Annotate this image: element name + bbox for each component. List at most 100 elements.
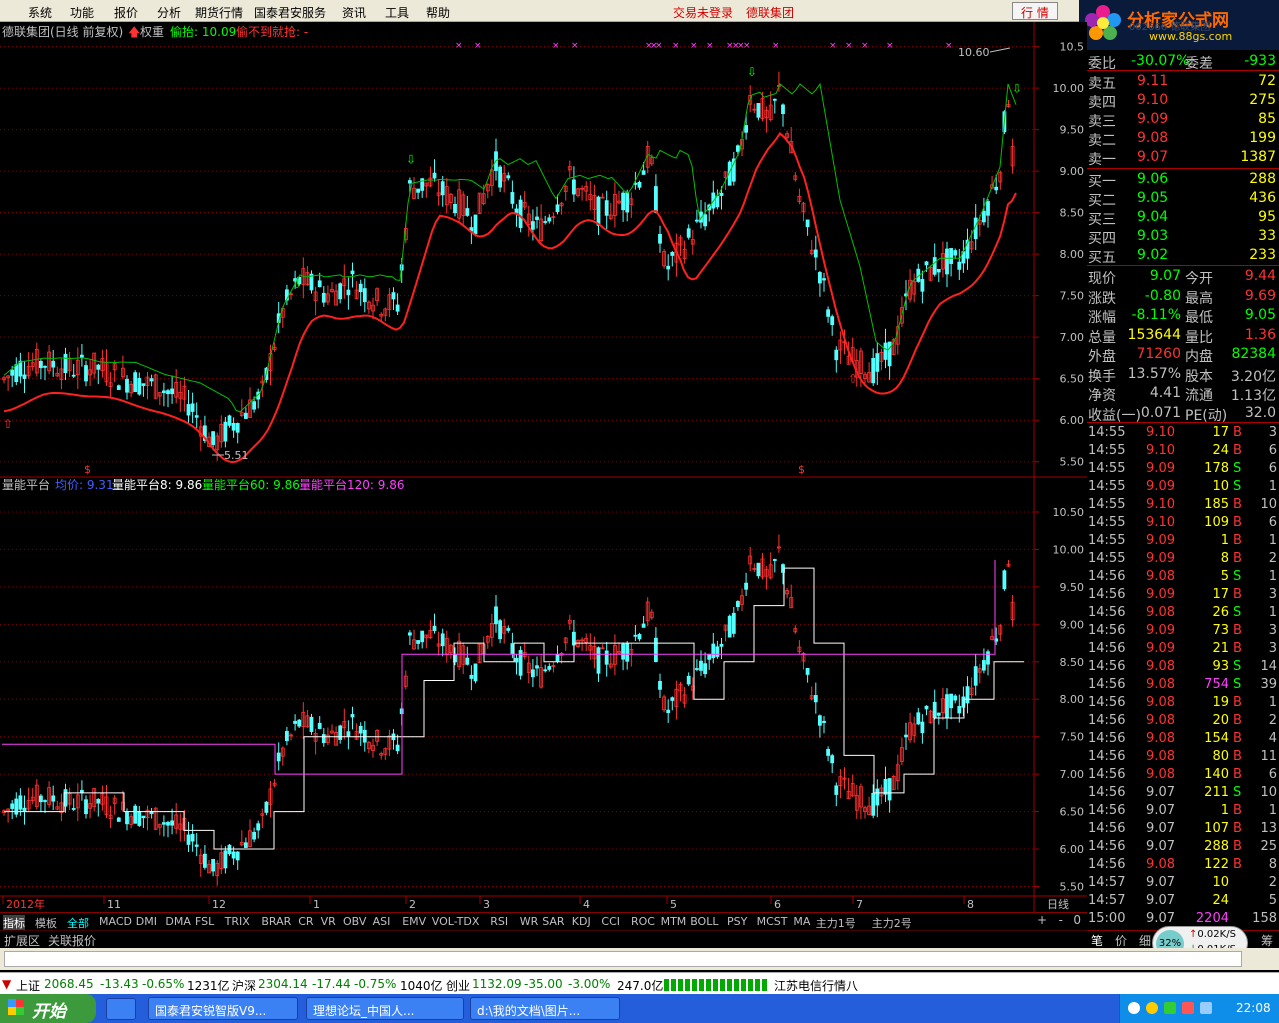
sub-y-tick: 7.00 (1060, 768, 1085, 781)
ask-row[interactable]: 卖一 9.07 1387 (1087, 148, 1279, 168)
indicator-tab[interactable]: ASI (373, 915, 391, 928)
stat-label-2: 量比 (1185, 329, 1213, 346)
sh-label[interactable]: 上证 (16, 977, 40, 994)
tick-time: 14:55 (1088, 425, 1126, 440)
status-input[interactable] (4, 951, 1242, 967)
indicator-tab[interactable]: VR (321, 915, 336, 928)
tick-row: 14:56 9.07 1 B 1 (1087, 802, 1279, 820)
indicator-tab[interactable]: EMV (402, 915, 426, 928)
tab-more[interactable]: 筹 (1261, 932, 1273, 949)
bid-row[interactable]: 买一 9.06 288 (1087, 170, 1279, 190)
hs-label[interactable]: 沪深 (232, 977, 256, 994)
bid-price: 9.03 (1137, 228, 1169, 244)
indicator-tab[interactable]: FSL (195, 915, 214, 928)
tick-time: 14:56 (1088, 569, 1126, 584)
indicator-tab[interactable]: VOL-TDX (432, 915, 480, 928)
tray-icon-5[interactable] (1200, 1002, 1212, 1014)
indicator-tab[interactable]: OBV (343, 915, 366, 928)
tab-trades[interactable]: 笔 (1091, 932, 1103, 949)
menu-quote[interactable]: 报价 (114, 4, 138, 21)
tick-price: 9.07 (1146, 821, 1175, 836)
tab-extension[interactable]: 扩展区 (4, 932, 40, 949)
tray-icon-1[interactable] (1128, 1002, 1140, 1014)
indicator-tab[interactable]: 主力2号 (872, 915, 912, 931)
sub-y-tick: 9.50 (1060, 581, 1085, 594)
indicator-tab[interactable]: WR (520, 915, 539, 928)
bid-row[interactable]: 买二 9.05 436 (1087, 189, 1279, 209)
main-candle (235, 423, 240, 433)
weicha-value: -933 (1244, 53, 1276, 69)
indicator-tab[interactable]: BRAR (261, 915, 291, 928)
indicator-tab[interactable]: 指标 (3, 915, 25, 931)
tab-price[interactable]: 价 (1115, 932, 1127, 949)
menu-function[interactable]: 功能 (70, 4, 94, 21)
period-label[interactable]: 日线 (1047, 897, 1069, 911)
indicator-tab[interactable]: MACD (99, 915, 132, 928)
ask-row[interactable]: 卖三 9.09 85 (1087, 110, 1279, 130)
indicator-tab[interactable]: DMI (136, 915, 157, 928)
kline-chart[interactable]: ⇧⇩⇩⇩⇧⇩× × × × ××× × × × ×××× × × × × × ×$ $ 10.510.009.… (0, 22, 1087, 912)
tray-icon-2[interactable] (1146, 1002, 1158, 1014)
tick-volume: 24 (1212, 893, 1229, 908)
ask-row[interactable]: 卖四 9.10 275 (1087, 91, 1279, 111)
sub-candle (293, 720, 298, 724)
indicator-tab[interactable]: 主力1号 (816, 915, 856, 931)
bid-row[interactable]: 买四 9.03 33 (1087, 227, 1279, 247)
indicator-tab[interactable]: 全部 (67, 915, 89, 931)
quicklaunch-icon[interactable] (106, 998, 136, 1020)
tray-icon-4[interactable] (1182, 1002, 1194, 1014)
zoom-zero-button[interactable]: 0 (1073, 913, 1081, 927)
indicator-tab[interactable]: KDJ (572, 915, 591, 928)
menu-tools[interactable]: 工具 (385, 4, 409, 21)
sub-candle (703, 663, 707, 675)
ask-row[interactable]: 卖二 9.08 199 (1087, 129, 1279, 149)
main-candle (686, 228, 691, 238)
clock[interactable]: 22:08 (1236, 1001, 1271, 1015)
ask-row[interactable]: 卖五 9.11 72 (1087, 72, 1279, 92)
bid-row[interactable]: 买五 9.02 233 (1087, 246, 1279, 266)
indicator-tab[interactable]: DMA (165, 915, 191, 928)
indicator-tab[interactable]: RSI (490, 915, 508, 928)
indicator-tab[interactable]: CCI (601, 915, 620, 928)
menu-services[interactable]: 国泰君安服务 (254, 4, 326, 21)
bid-row[interactable]: 买三 9.04 95 (1087, 208, 1279, 228)
menu-help[interactable]: 帮助 (426, 4, 450, 21)
task-button-3[interactable]: d:\我的文档\图片... (470, 997, 620, 1020)
sub-candle (744, 582, 748, 590)
weight-label[interactable]: 权重 (140, 25, 164, 39)
indicator-tab[interactable]: SAR (542, 915, 564, 928)
indicator-tab[interactable]: MCST (757, 915, 788, 928)
start-button[interactable]: 开始 (0, 994, 96, 1023)
menu-news[interactable]: 资讯 (342, 4, 366, 21)
feed-label[interactable]: 江苏电信行情八 (774, 977, 858, 994)
tick-time: 14:56 (1088, 587, 1126, 602)
trade-status[interactable]: 交易未登录 (673, 4, 733, 21)
menu-futures[interactable]: 期货行情 (195, 4, 243, 21)
scroll-minus-button[interactable]: - (1059, 913, 1063, 927)
cy-label[interactable]: 创业 (446, 977, 470, 994)
indicator-tab[interactable]: CR (298, 915, 313, 928)
ask-price: 9.08 (1137, 130, 1169, 146)
tab-related-quote[interactable]: 关联报价 (48, 932, 96, 949)
ask-label: 卖二 (1088, 133, 1116, 149)
scroll-left-button[interactable]: + (1037, 913, 1047, 927)
menu-analysis[interactable]: 分析 (157, 4, 181, 21)
tick-side: B (1233, 515, 1242, 530)
sub-candle (936, 712, 941, 716)
task-button-2[interactable]: 理想论坛_中国人... (306, 997, 464, 1020)
indicator-tab[interactable]: ROC (631, 915, 655, 928)
tab-detail[interactable]: 细 (1139, 932, 1151, 949)
indicator-tab[interactable]: TRIX (225, 915, 250, 928)
sub-candle (39, 795, 43, 803)
sub-candle (211, 858, 216, 872)
task-button-1[interactable]: 国泰君安锐智版V9... (148, 997, 298, 1020)
indicator-tab[interactable]: PSY (727, 915, 747, 928)
menu-system[interactable]: 系统 (28, 4, 52, 21)
indicator-tab[interactable]: MA (793, 915, 810, 928)
indicator-tab[interactable]: 模板 (35, 915, 57, 931)
cy-change: -35.00 (524, 977, 563, 991)
indicator-tab[interactable]: MTM (661, 915, 687, 928)
quote-button[interactable]: 行 情 (1012, 2, 1058, 20)
indicator-tab[interactable]: BOLL (690, 915, 718, 928)
tray-icon-3[interactable] (1164, 1002, 1176, 1014)
